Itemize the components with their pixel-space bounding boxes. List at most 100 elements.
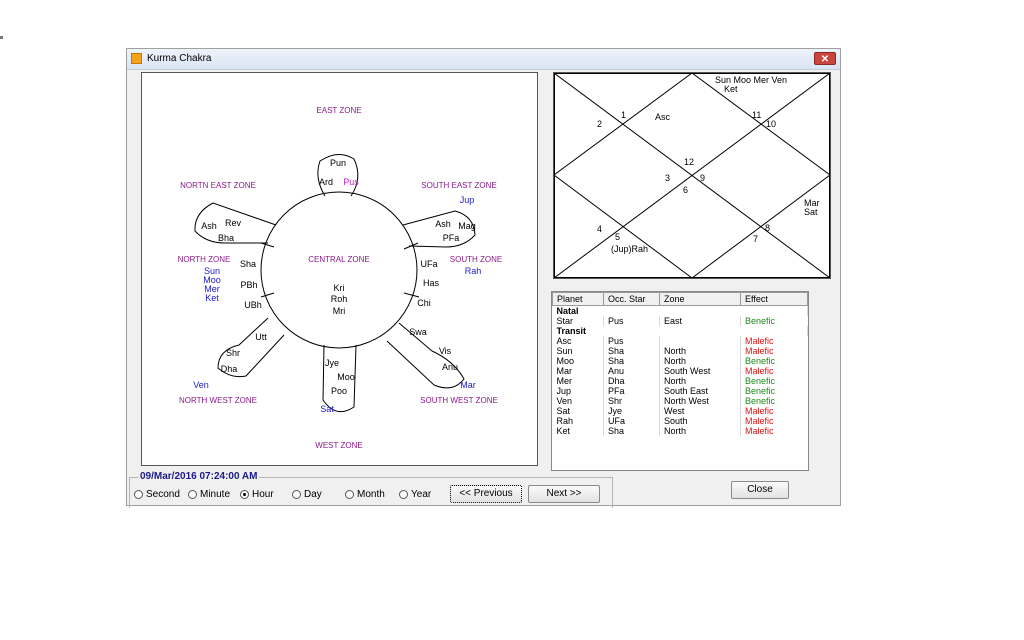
next-button[interactable]: Next >> [528,485,600,503]
north-indian-chart: 1 2 3 4 5 6 7 8 9 10 11 12 Asc Sun Moo M… [553,72,831,279]
zone-north-label: NORTH ZONE [178,255,231,264]
table-cell-star: Sha [603,346,660,356]
table-cell-effect: Malefic [745,336,774,346]
table-cell-zone: South East [659,386,741,396]
star-label: Kri [334,283,345,293]
radio-hour[interactable]: Hour [240,489,274,500]
radio-second[interactable]: Second [134,489,180,500]
results-table[interactable]: Planet Occ. Star Zone Effect Natal Star P… [551,291,809,471]
table-row[interactable]: Star Pus East Benefic [552,316,808,326]
table-cell-zone: East [659,316,741,326]
planet-label: Ket [205,293,219,303]
planet-label: Sat [320,404,334,414]
close-icon[interactable]: ✕ [814,52,836,65]
table-row[interactable]: Mer Dha North Benefic [552,376,808,386]
table-cell-planet: Ven [552,396,604,406]
previous-button[interactable]: << Previous [450,485,522,503]
house-number: 3 [665,173,670,183]
radio-year[interactable]: Year [399,489,431,500]
close-button[interactable]: Close [731,481,789,499]
table-row[interactable]: Sat Jye West Malefic [552,406,808,416]
corner-mark [0,36,3,39]
table-cell-star: PFa [603,386,660,396]
star-label: Pun [330,158,346,168]
table-cell-effect: Malefic [745,426,774,436]
table-cell-star: Anu [603,366,660,376]
star-label: Moo [337,372,355,382]
natal-label: Natal [552,305,808,316]
table-cell-planet: Moo [552,356,604,366]
table-cell-effect: Benefic [745,356,776,366]
table-cell-zone: West [659,406,741,416]
star-label: Sha [240,259,256,269]
radio-circle-icon [134,490,143,499]
kurma-chakra-diagram: EAST ZONE NORTN EAST ZONE SOUTH EAST ZON… [178,106,503,450]
table-cell-planet: Sun [552,346,604,356]
planet-label: Ven [193,380,209,390]
tick-sw [403,292,420,298]
radio-day[interactable]: Day [292,489,322,500]
section-row: Natal [552,305,808,316]
table-row[interactable]: Sun Sha North Malefic [552,346,808,356]
planets-house-9-line2: Sat [804,207,818,217]
radio-minute[interactable]: Minute [188,489,230,500]
column-header[interactable]: Effect [740,292,808,306]
table-cell-planet: Mer [552,376,604,386]
table-cell-zone: North [659,426,741,436]
table-cell-zone: North [659,376,741,386]
table-row[interactable]: Rah UFa South Malefic [552,416,808,426]
asc-label: Asc [655,112,671,122]
tick-nw [260,292,275,298]
table-row[interactable]: Ket Sha North Malefic [552,426,808,436]
table-cell-zone: South West [659,366,741,376]
zone-north-west-label: NORTH WEST ZONE [179,396,257,405]
table-cell-star: Sha [603,426,660,436]
planets-house-5: (Jup)Rah [611,244,648,254]
table-row[interactable]: Asc Pus Malefic [552,336,808,346]
radio-circle-icon [188,490,197,499]
house-number: 2 [597,119,602,129]
planet-label: Mar [460,380,476,390]
section-row: Transit [552,326,808,336]
column-header[interactable]: Zone [659,292,741,306]
column-header[interactable]: Occ. Star [603,292,660,306]
house-number: 10 [766,119,776,129]
datetime-label: 09/Mar/2016 07:24:00 AM [138,471,260,482]
app-icon [131,53,142,64]
star-label: Mri [333,306,346,316]
table-cell-star: Jye [603,406,660,416]
table-cell-planet: Rah [552,416,604,426]
star-label: UBh [244,300,262,310]
table-row[interactable]: Mar Anu South West Malefic [552,366,808,376]
star-label: Chi [417,298,431,308]
house-number: 6 [683,185,688,195]
column-header[interactable]: Planet [552,292,604,306]
house-number: 4 [597,224,602,234]
table-cell-effect: Benefic [745,396,776,406]
title-bar[interactable]: Kurma Chakra ✕ [127,49,840,70]
table-cell-star: Pus [603,336,660,346]
zone-west-label: WEST ZONE [315,441,362,450]
table-cell-star: Shr [603,396,660,406]
table-cell-effect: Malefic [745,406,774,416]
table-row[interactable]: Moo Sha North Benefic [552,356,808,366]
star-label: Poo [331,386,347,396]
star-label: Ard [319,177,333,187]
table-cell-zone: North [659,356,741,366]
star-label: Roh [331,294,348,304]
table-cell-zone: North [659,346,741,356]
table-cell-planet: Star [552,316,604,326]
table-header-row: Planet Occ. Star Zone Effect [552,292,808,306]
star-label: Bha [218,233,234,243]
zone-north-east-label: NORTN EAST ZONE [180,181,256,190]
table-cell-planet: Mar [552,366,604,376]
radio-month[interactable]: Month [345,489,385,500]
house-number: 12 [684,157,694,167]
table-cell-planet: Ket [552,426,604,436]
house-number: 7 [753,234,758,244]
table-row[interactable]: Ven Shr North West Benefic [552,396,808,406]
chart-svg: 1 2 3 4 5 6 7 8 9 10 11 12 Asc Sun Moo M… [553,72,831,279]
table-row[interactable]: Jup PFa South East Benefic [552,386,808,396]
star-label: Ash [435,219,451,229]
table-cell-effect: Benefic [745,386,776,396]
